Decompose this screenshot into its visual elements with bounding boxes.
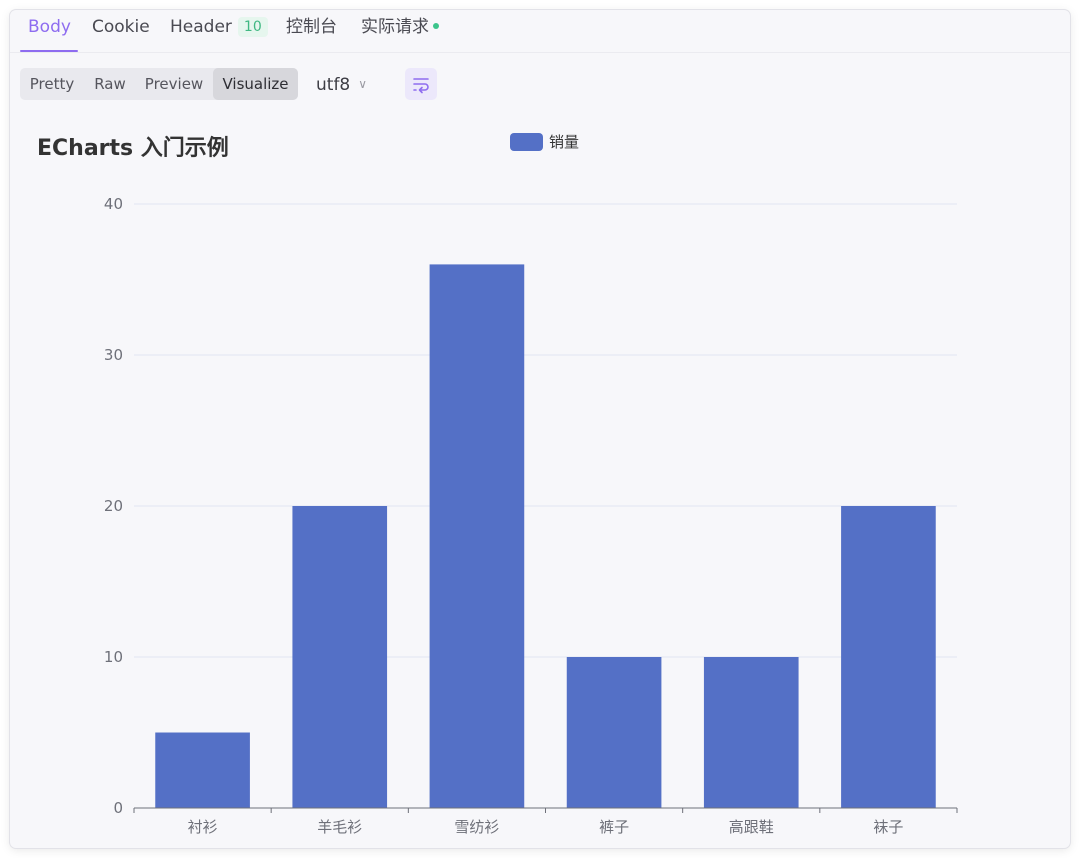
x-tick-label: 衬衫	[188, 818, 218, 836]
bar-chart: 0 10 20 30 40 衬衫 羊毛衫 雪纺衫 裤子 高跟鞋 袜子	[104, 195, 958, 836]
y-tick-label: 10	[104, 648, 123, 666]
y-tick-label: 30	[104, 346, 123, 364]
bar	[566, 657, 662, 808]
y-tick-label: 40	[104, 195, 123, 213]
bar	[155, 732, 250, 808]
y-tick-label: 20	[104, 497, 123, 515]
y-tick-label: 0	[113, 799, 123, 817]
bar	[292, 506, 388, 808]
bar	[841, 506, 936, 808]
x-tick-label: 高跟鞋	[729, 818, 774, 836]
x-tick-label: 雪纺衫	[454, 818, 499, 836]
response-panel: Body Cookie Header 10 控制台 实际请求 Pretty Raw…	[10, 10, 1070, 848]
x-tick-label: 袜子	[873, 818, 903, 836]
bar	[429, 264, 525, 808]
x-tick-label: 羊毛衫	[317, 818, 362, 836]
bar	[703, 657, 799, 808]
x-tick-label: 裤子	[599, 818, 629, 836]
